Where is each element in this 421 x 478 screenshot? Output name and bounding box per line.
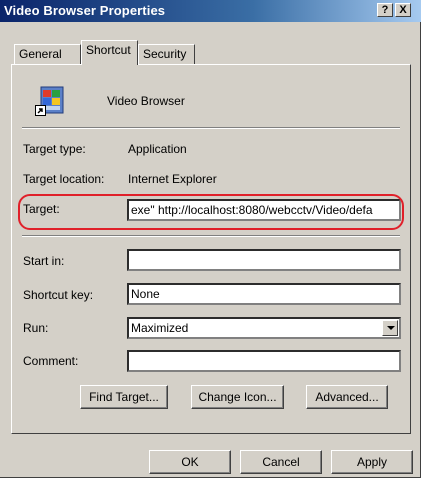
apply-button[interactable]: Apply bbox=[331, 450, 413, 474]
target-label: Target: bbox=[23, 202, 60, 216]
tab-label: General bbox=[19, 47, 62, 61]
help-button[interactable]: ? bbox=[377, 3, 393, 17]
run-select-value: Maximized bbox=[131, 321, 189, 335]
tab-security[interactable]: Security bbox=[138, 44, 195, 64]
start-in-label: Start in: bbox=[23, 254, 65, 268]
tab-label: Shortcut bbox=[86, 43, 131, 57]
tab-general[interactable]: General bbox=[14, 44, 81, 64]
window-title: Video Browser Properties bbox=[4, 3, 166, 18]
close-button[interactable]: X bbox=[395, 3, 411, 17]
target-type-value: Application bbox=[128, 142, 187, 156]
target-location-label: Target location: bbox=[23, 172, 105, 186]
comment-field[interactable] bbox=[127, 350, 401, 372]
title-bar[interactable]: Video Browser Properties ? X bbox=[0, 0, 421, 22]
app-name: Video Browser bbox=[107, 94, 185, 108]
separator bbox=[22, 127, 400, 129]
tab-label: Security bbox=[143, 47, 187, 61]
shortcut-key-field[interactable]: None bbox=[127, 283, 401, 305]
comment-label: Comment: bbox=[23, 354, 79, 368]
target-location-value: Internet Explorer bbox=[128, 172, 217, 186]
shortcut-arrow-icon bbox=[35, 105, 46, 116]
advanced-button[interactable]: Advanced... bbox=[306, 385, 388, 409]
run-label: Run: bbox=[23, 321, 49, 335]
target-type-label: Target type: bbox=[23, 142, 86, 156]
shortcut-key-label: Shortcut key: bbox=[23, 288, 94, 302]
video-browser-app-icon bbox=[35, 85, 67, 117]
change-icon-button[interactable]: Change Icon... bbox=[191, 385, 284, 409]
start-in-field[interactable] bbox=[127, 249, 401, 271]
run-select[interactable]: Maximized bbox=[127, 317, 401, 339]
target-field[interactable]: exe" http://localhost:8080/webcctv/Video… bbox=[127, 199, 401, 221]
find-target-button[interactable]: Find Target... bbox=[80, 385, 168, 409]
chevron-down-icon[interactable] bbox=[382, 320, 398, 336]
ok-button[interactable]: OK bbox=[149, 450, 231, 474]
tab-shortcut[interactable]: Shortcut bbox=[81, 40, 138, 65]
properties-dialog: Video Browser Properties ? X General Sho… bbox=[0, 0, 421, 478]
cancel-button[interactable]: Cancel bbox=[240, 450, 322, 474]
separator bbox=[22, 235, 400, 237]
